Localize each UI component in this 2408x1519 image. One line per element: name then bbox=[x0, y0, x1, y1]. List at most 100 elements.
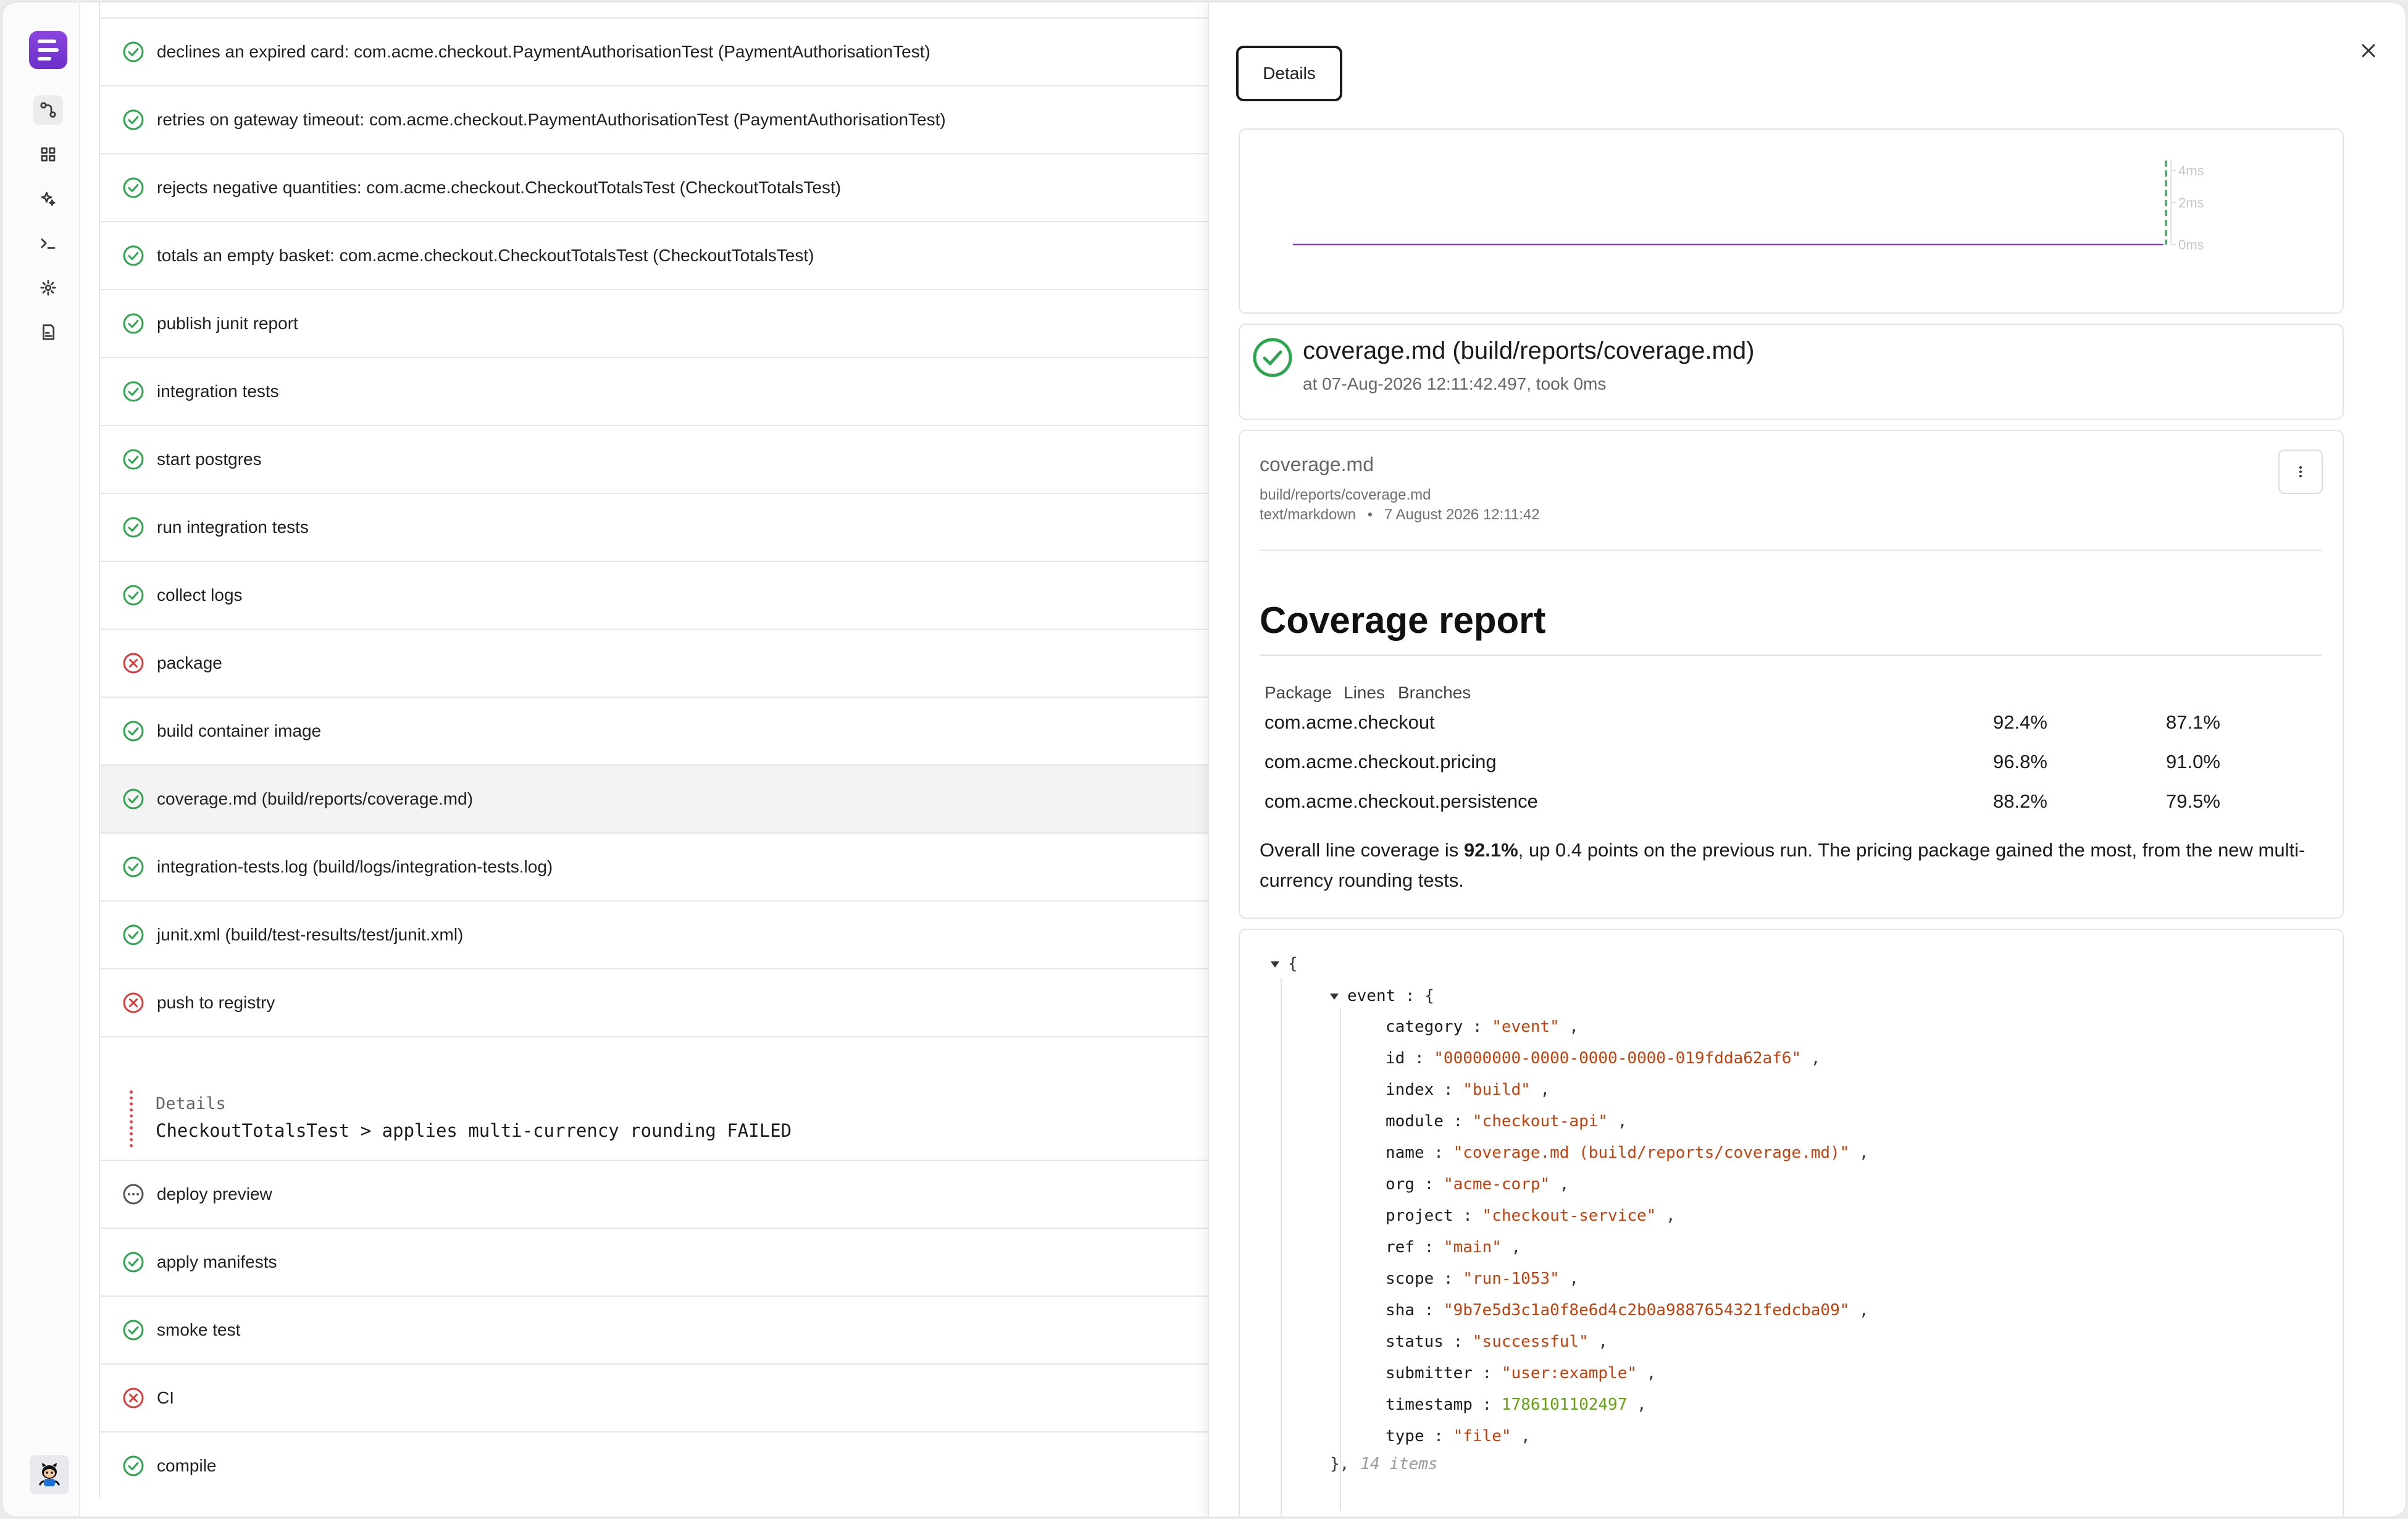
json-field: timestamp : 1786101102497 , bbox=[1386, 1396, 1647, 1414]
step-row[interactable]: apply manifests bbox=[100, 1229, 1208, 1297]
nav-pipelines[interactable] bbox=[33, 95, 63, 125]
file-name: coverage.md bbox=[1260, 453, 1374, 475]
json-close: }, 14 items bbox=[1330, 1455, 1438, 1473]
json-field: type : "file" , bbox=[1386, 1427, 1531, 1446]
table-cell-branches: 91.0% bbox=[2166, 751, 2220, 772]
artifact-title: coverage.md (build/reports/coverage.md) bbox=[1303, 337, 1755, 364]
success-icon bbox=[123, 924, 144, 945]
step-label: start postgres bbox=[157, 450, 262, 469]
step-row[interactable]: build container image bbox=[100, 698, 1208, 766]
pending-icon bbox=[123, 1184, 144, 1205]
caret-down-icon bbox=[1271, 961, 1279, 968]
step-row[interactable]: coverage.md (build/reports/coverage.md) bbox=[100, 766, 1208, 834]
step-label: apply manifests bbox=[157, 1252, 277, 1271]
step-row[interactable]: declines an expired card: com.acme.check… bbox=[100, 19, 1208, 86]
table-cell-package: com.acme.checkout.pricing bbox=[1265, 751, 1497, 772]
sparkle-icon bbox=[41, 191, 56, 206]
markdown-heading: Coverage report bbox=[1260, 600, 1546, 641]
nav-insights[interactable] bbox=[33, 184, 63, 214]
success-icon bbox=[123, 1252, 144, 1273]
dashboard-icon bbox=[41, 147, 56, 162]
gear-icon bbox=[40, 280, 56, 296]
artifact-subtitle: at 07-Aug-2026 12:11:42.497, took 0ms bbox=[1303, 374, 1607, 393]
step-row[interactable]: package bbox=[100, 630, 1208, 698]
step-label: coverage.md (build/reports/coverage.md) bbox=[157, 789, 474, 808]
table-header: Lines bbox=[1344, 683, 1385, 702]
step-label: push to registry bbox=[157, 993, 275, 1012]
chart-tick-label: 4ms bbox=[2178, 163, 2204, 178]
terminal-icon bbox=[41, 238, 56, 249]
step-row[interactable]: rejects negative quantities: com.acme.ch… bbox=[100, 154, 1208, 222]
app-window: expires abandoned baskets: com.acme.chec… bbox=[1, 1, 2407, 1518]
file-path: build/reports/coverage.md bbox=[1260, 487, 1431, 503]
step-row[interactable]: push to registry bbox=[100, 969, 1208, 1037]
file-menu-button[interactable] bbox=[2278, 450, 2323, 494]
json-field: org : "acme-corp" , bbox=[1386, 1175, 1570, 1194]
step-label: integration tests bbox=[157, 382, 279, 401]
success-icon bbox=[123, 177, 144, 198]
success-icon bbox=[123, 856, 144, 877]
file-date: 7 August 2026 12:11:42 bbox=[1384, 506, 1540, 523]
artifact-header: coverage.md (build/reports/coverage.md) … bbox=[1239, 324, 2344, 420]
step-row[interactable]: run integration tests bbox=[100, 494, 1208, 562]
avatar[interactable] bbox=[30, 1455, 69, 1494]
file-meta: text/markdown • 7 August 2026 12:11:42 bbox=[1260, 506, 1540, 523]
sidebar bbox=[2, 2, 80, 1517]
json-field: ref : "main" , bbox=[1386, 1238, 1521, 1257]
failure-details: Details CheckoutTotalsTest > applies mult… bbox=[100, 1068, 1208, 1161]
failed-icon bbox=[123, 992, 144, 1013]
json-event-toggle[interactable]: event : { bbox=[1330, 987, 1434, 1005]
step-row[interactable]: totals an empty basket: com.acme.checkou… bbox=[100, 222, 1208, 290]
step-row[interactable]: junit.xml (build/test-results/test/junit… bbox=[100, 902, 1208, 969]
table-header: Branches bbox=[1398, 683, 1471, 702]
step-row[interactable]: start postgres bbox=[100, 426, 1208, 494]
success-icon bbox=[123, 1455, 144, 1476]
step-row[interactable]: expires abandoned baskets: com.acme.chec… bbox=[100, 2, 1208, 19]
nav-terminal[interactable] bbox=[33, 228, 63, 258]
json-root-toggle[interactable]: { bbox=[1271, 955, 1298, 973]
book-icon bbox=[43, 324, 55, 340]
success-icon bbox=[123, 449, 144, 470]
step-row[interactable]: publish junit report bbox=[100, 290, 1208, 358]
table-cell-lines: 92.4% bbox=[1993, 711, 2047, 733]
tab-details[interactable]: Details bbox=[1236, 46, 1342, 101]
table-cell-package: com.acme.checkout bbox=[1265, 711, 1435, 733]
success-icon bbox=[1253, 338, 1292, 377]
step-row[interactable]: integration-tests.log (build/logs/integr… bbox=[100, 834, 1208, 902]
app-logo[interactable] bbox=[29, 31, 67, 69]
step-row[interactable]: compile bbox=[100, 1433, 1208, 1499]
nav-settings[interactable] bbox=[33, 273, 63, 303]
success-icon bbox=[123, 721, 144, 742]
success-icon bbox=[123, 109, 144, 130]
table-cell-lines: 96.8% bbox=[1993, 751, 2047, 772]
failure-heading: Details bbox=[156, 1094, 226, 1113]
success-icon bbox=[123, 245, 144, 266]
json-field: category : "event" , bbox=[1386, 1018, 1579, 1036]
step-label: rejects negative quantities: com.acme.ch… bbox=[157, 178, 842, 197]
step-row[interactable]: deploy preview bbox=[100, 1161, 1208, 1229]
step-row[interactable]: integration tests bbox=[100, 358, 1208, 426]
table-cell-branches: 79.5% bbox=[2166, 790, 2220, 812]
step-label: compile bbox=[157, 1456, 217, 1475]
step-row[interactable]: CI bbox=[100, 1365, 1208, 1433]
event-json-viewer: { event : { category : "event" , id : "00… bbox=[1239, 929, 2344, 1517]
step-label: build container image bbox=[157, 721, 322, 740]
failed-icon bbox=[123, 653, 144, 674]
step-row[interactable]: collect logs bbox=[100, 562, 1208, 630]
table-cell-lines: 88.2% bbox=[1993, 790, 2047, 812]
step-row[interactable]: retries on gateway timeout: com.acme.che… bbox=[100, 86, 1208, 154]
step-row[interactable]: smoke test bbox=[100, 1297, 1208, 1365]
success-icon bbox=[123, 585, 144, 606]
step-label: deploy preview bbox=[157, 1184, 272, 1203]
chart-tick-label: 2ms bbox=[2178, 195, 2204, 211]
markdown-paragraph: Overall line coverage is 92.1%, up 0.4 p… bbox=[1260, 839, 2306, 891]
github-icon bbox=[38, 1463, 61, 1486]
close-icon[interactable] bbox=[2357, 40, 2380, 62]
file-mime: text/markdown bbox=[1260, 506, 1357, 523]
failure-message: CheckoutTotalsTest > applies multi-curre… bbox=[156, 1120, 792, 1141]
failed-icon bbox=[123, 1387, 144, 1408]
nav-docs[interactable] bbox=[33, 317, 63, 347]
step-label: collect logs bbox=[157, 585, 243, 605]
nav-dashboard[interactable] bbox=[33, 140, 63, 169]
duration-chart: 4ms 2ms 0ms bbox=[1239, 128, 2344, 314]
